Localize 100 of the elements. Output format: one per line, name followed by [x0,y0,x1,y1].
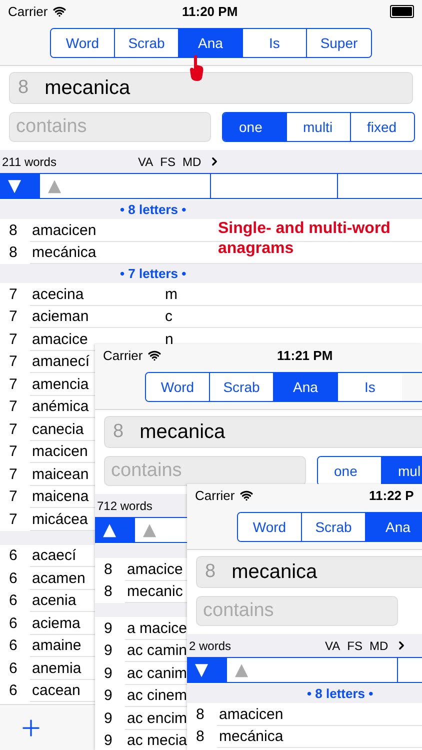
wifi-icon [52,4,66,18]
word-text[interactable]: ac canim [127,666,188,681]
mode-tab[interactable]: Word [238,513,302,541]
word-length: 9 [104,643,112,658]
word-text[interactable]: amencia [32,376,89,392]
word-length: 6 [9,593,18,608]
word-text[interactable]: ac encim [127,710,188,726]
word-text[interactable]: aciema [32,616,80,631]
filter-flag[interactable]: MD [182,154,202,168]
carrier-label: Carrier [195,488,235,502]
mode-tab[interactable]: Word [51,29,115,57]
word-text[interactable]: micácea [32,512,88,527]
annotation-text: Single- and multi-word anagrams [218,219,392,259]
word-text[interactable]: amacice [32,332,88,347]
word-length: 7 [9,422,18,437]
word-count: 211 words [2,154,56,168]
mode-tab[interactable]: Ana [366,513,422,541]
battery-icon [390,4,414,18]
mode-tab[interactable]: Scrab [210,373,274,401]
word-length: 6 [9,616,18,631]
word-text[interactable]: mecanic [127,584,183,600]
word-length: 9 [104,710,112,726]
status-time: 11:22 P [369,488,414,502]
filter-flag[interactable]: VA [138,154,154,168]
mode-tab[interactable]: Scrab [302,513,366,541]
word-text[interactable]: amacicen [32,222,96,238]
mode-tab[interactable]: Is [338,373,402,401]
word-text[interactable]: anemia [32,660,82,676]
contains-field[interactable]: contains [9,112,211,142]
word-text[interactable]: acecina [32,286,84,302]
word-length: 7 [9,354,18,370]
word-mode-option[interactable]: mul [382,457,422,485]
word-text[interactable]: acaecí [32,548,76,564]
word-text[interactable]: maicean [32,466,89,482]
filter-flag[interactable]: VA [325,638,340,652]
mode-tab[interactable]: Ana [274,373,338,401]
word-text[interactable]: ac camin [127,643,188,658]
word-count: 2 words [189,638,232,652]
word-text[interactable]: acamen [32,570,86,586]
word-length: 7 [9,376,18,392]
word-text[interactable]: acenia [32,593,76,608]
word-text[interactable]: mecánica [32,245,96,260]
pointing-hand-icon [189,54,205,82]
word-text[interactable]: amacice [127,562,183,577]
extra-letter: n [165,332,174,347]
word-length: 8 [9,245,18,260]
word-text[interactable]: amanecí [32,354,90,370]
word-text[interactable]: amacicen [219,706,284,722]
word-length: 6 [9,660,18,676]
word-mode-option[interactable]: one [223,113,287,141]
word-text[interactable]: maicena [32,489,89,504]
word-count: 712 words [97,498,152,512]
word-length: 6 [9,570,18,586]
word-text[interactable]: amaine [32,638,82,654]
word-text[interactable]: canecia [32,422,84,437]
search-field[interactable]: 8 mecanica [104,416,422,448]
extra-letter: c [165,309,172,324]
word-text[interactable]: mecánica [219,729,284,744]
word-text[interactable]: acieman [32,309,89,324]
mode-tab[interactable]: Ana [179,29,243,57]
word-length: 9 [104,666,112,681]
search-text: mecanica [140,420,226,444]
search-field[interactable]: 8 mecanica [196,556,422,588]
search-field[interactable]: 8 mecanica [9,72,413,104]
carrier-label: Carrier [8,4,48,18]
word-length: 9 [104,688,112,704]
filter-flag[interactable]: FS [347,638,362,652]
section-title: • 8 letters • [120,202,186,217]
filter-flag[interactable]: MD [369,638,388,652]
word-length: 6 [9,638,18,654]
word-length: 8 [104,584,112,600]
mode-tab[interactable]: Is [243,29,307,57]
word-text[interactable]: a macice [127,620,188,636]
word-length: 7 [9,444,18,460]
word-length: 7 [9,399,18,414]
section-title: • 8 letters • [307,686,374,701]
mode-tab[interactable]: Word [146,373,210,401]
word-mode-option[interactable]: one [318,457,382,485]
word-length: 6 [9,548,18,564]
word-length: 7 [9,489,18,504]
word-length: 8 [104,562,112,577]
carrier-label: Carrier [103,348,143,362]
contains-field[interactable]: contains [196,596,398,626]
word-length: 9 [104,620,112,636]
word-text[interactable]: anémica [32,399,89,414]
status-time: 11:20 PM [182,4,238,18]
contains-field[interactable]: contains [104,456,306,486]
word-length: 7 [9,466,18,482]
word-text[interactable]: ac cinem [127,688,188,704]
filter-flag[interactable]: FS [160,154,176,168]
wifi-icon [240,488,253,502]
word-length: 7 [9,332,18,347]
word-text[interactable]: ac mecia [127,733,188,748]
mode-tab[interactable]: Super [307,29,371,57]
wifi-icon [148,348,161,362]
letter-count: 8 [113,421,124,443]
mode-tab[interactable]: Scrab [115,29,179,57]
word-text[interactable]: cacean [32,683,80,698]
word-text[interactable]: macicen [32,444,88,460]
word-length: 7 [9,286,18,302]
